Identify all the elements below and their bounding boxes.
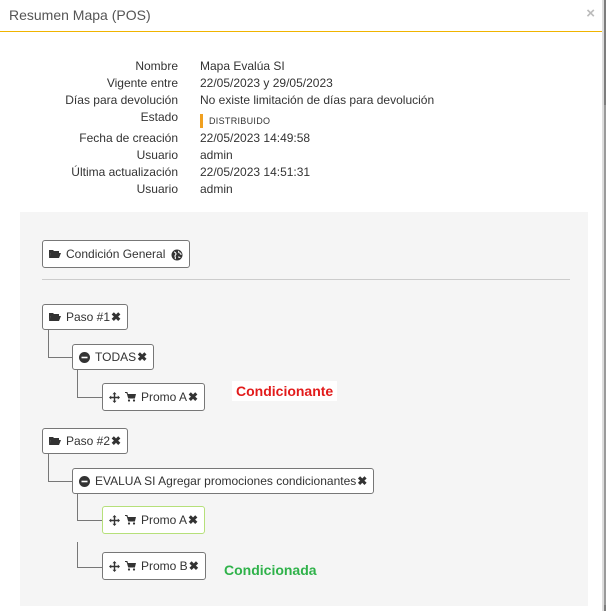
close-button[interactable]: × <box>586 6 595 21</box>
move-icon[interactable] <box>109 391 120 403</box>
info-row-usuario-creacion: Usuario admin <box>0 148 602 165</box>
group-label: TODAS <box>95 350 137 364</box>
annotation-condicionada: Condicionada <box>224 562 317 578</box>
step-node-2[interactable]: Paso #2 ✖ <box>42 428 129 454</box>
step-label: Paso #2 <box>66 434 111 448</box>
divider <box>42 279 570 280</box>
tree-connector <box>48 330 73 358</box>
shopping-cart-icon <box>125 514 136 526</box>
info-value: 22/05/2023 14:51:31 <box>200 165 311 179</box>
tree-connector <box>77 542 103 568</box>
minus-circle-icon <box>79 475 90 487</box>
step-label: Paso #1 <box>66 310 111 324</box>
folder-open-icon <box>49 435 61 447</box>
tree-connector <box>77 370 103 398</box>
promo-node-paso2-b[interactable]: Promo B ✖ <box>102 552 206 580</box>
info-label: Días para devolución <box>65 93 178 107</box>
info-row-dias-devolucion: Días para devolución No existe limitació… <box>0 93 602 110</box>
info-value: Mapa Evalúa SI <box>200 59 285 73</box>
group-label: EVALUA SI Agregar promociones condiciona… <box>95 474 357 488</box>
minus-circle-icon <box>79 351 90 363</box>
summary-modal: Resumen Mapa (POS) × Nombre Mapa Evalúa … <box>0 0 604 611</box>
info-row-usuario-actualizacion: Usuario admin <box>0 182 602 199</box>
info-value: admin <box>200 182 233 196</box>
folder-open-icon <box>49 248 61 260</box>
info-label: Estado <box>140 110 178 124</box>
info-value: 22/05/2023 14:49:58 <box>200 131 311 145</box>
remove-icon[interactable]: ✖ <box>111 310 121 324</box>
group-node-evalua-si[interactable]: EVALUA SI Agregar promociones condiciona… <box>72 468 375 494</box>
shopping-cart-icon <box>125 560 136 572</box>
remove-icon[interactable]: ✖ <box>188 513 198 527</box>
promo-label: Promo B <box>141 559 188 573</box>
promo-node-paso1-a[interactable]: Promo A ✖ <box>102 383 206 411</box>
status-badge: DISTRIBUIDO <box>200 114 270 128</box>
info-row-vigencia: Vigente entre 22/05/2023 y 29/05/2023 <box>0 76 602 93</box>
remove-icon[interactable]: ✖ <box>188 390 198 404</box>
remove-icon[interactable]: ✖ <box>357 474 367 488</box>
info-label: Última actualización <box>71 165 178 179</box>
promo-node-paso2-a[interactable]: Promo A ✖ <box>102 506 206 534</box>
modal-title: Resumen Mapa (POS) <box>9 7 151 23</box>
info-value: 22/05/2023 y 29/05/2023 <box>200 76 333 90</box>
info-value: DISTRIBUIDO <box>200 113 270 128</box>
info-value: admin <box>200 148 233 162</box>
step-node-1[interactable]: Paso #1 ✖ <box>42 304 129 330</box>
move-icon[interactable] <box>109 514 120 526</box>
remove-icon[interactable]: ✖ <box>189 559 199 573</box>
condition-tree-panel: Condición General Paso #1 ✖ TODAS ✖ Prom… <box>20 212 588 606</box>
general-condition-node[interactable]: Condición General <box>42 240 191 268</box>
globe-icon <box>171 247 183 261</box>
folder-open-icon <box>49 311 61 323</box>
info-label: Vigente entre <box>106 76 178 90</box>
info-row-fecha-creacion: Fecha de creación 22/05/2023 14:49:58 <box>0 131 602 148</box>
info-value: No existe limitación de días para devolu… <box>200 93 435 107</box>
remove-icon[interactable]: ✖ <box>137 350 147 364</box>
move-icon[interactable] <box>109 560 120 572</box>
shopping-cart-icon <box>125 391 136 403</box>
annotation-condicionante: Condicionante <box>232 381 338 401</box>
info-row-ultima-actualizacion: Última actualización 22/05/2023 14:51:31 <box>0 165 602 182</box>
promo-label: Promo A <box>141 390 188 404</box>
tree-connector <box>48 454 73 482</box>
general-condition-label: Condición General <box>66 247 166 261</box>
tree-connector <box>77 494 103 521</box>
group-node-todas[interactable]: TODAS ✖ <box>72 344 155 370</box>
promo-label: Promo A <box>141 513 188 527</box>
info-row-estado: Estado DISTRIBUIDO <box>0 110 602 131</box>
info-label: Fecha de creación <box>79 131 178 145</box>
info-label: Usuario <box>136 182 178 196</box>
info-row-nombre: Nombre Mapa Evalúa SI <box>0 59 602 76</box>
modal-header: Resumen Mapa (POS) × <box>0 0 602 32</box>
remove-icon[interactable]: ✖ <box>111 434 121 448</box>
map-info: Nombre Mapa Evalúa SI Vigente entre 22/0… <box>0 59 602 199</box>
info-label: Usuario <box>136 148 178 162</box>
info-label: Nombre <box>135 59 178 73</box>
